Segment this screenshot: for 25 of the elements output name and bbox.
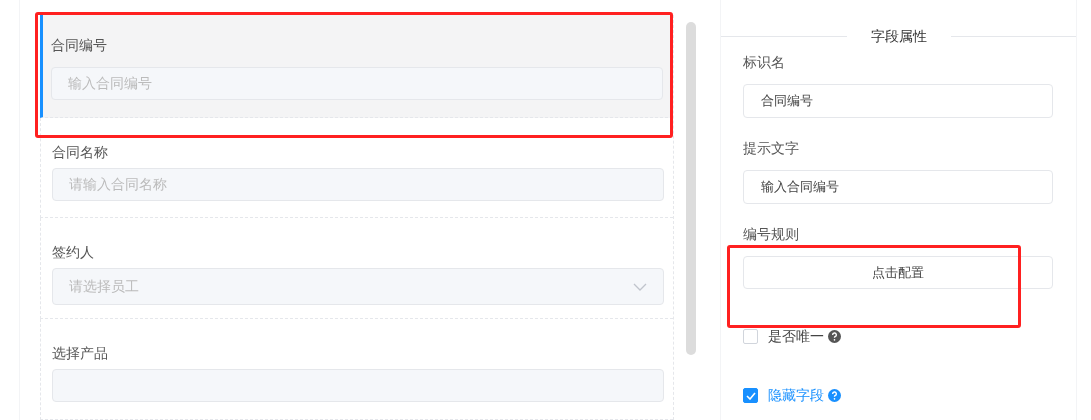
section-title: 字段属性 (869, 27, 928, 46)
property-label: 编号规则 (743, 225, 800, 244)
form-field-card[interactable]: 合同名称 请输入合同名称 (40, 117, 673, 219)
help-icon[interactable] (828, 389, 841, 402)
field-label: 选择产品 (52, 344, 109, 364)
form-field-card[interactable]: 签约人 请选择员工 (40, 218, 673, 320)
help-icon[interactable] (828, 330, 841, 343)
input-field[interactable]: 合同编号 (743, 84, 1053, 118)
input-field[interactable]: 输入合同编号 (743, 170, 1053, 204)
checkbox-label[interactable]: 是否唯一 (768, 326, 824, 347)
checkbox[interactable] (743, 388, 758, 403)
field-label: 合同名称 (52, 142, 109, 162)
form-field-card[interactable]: 合同编号 输入合同编号 (40, 15, 673, 118)
placeholder-text: 请选择员工 (69, 277, 139, 297)
field-label: 合同编号 (51, 36, 108, 55)
placeholder-text: 输入合同编号 (68, 74, 152, 93)
field-label: 签约人 (52, 243, 95, 263)
chevron-down-icon (633, 282, 647, 291)
property-label: 标识名 (743, 53, 786, 72)
input-field[interactable] (52, 369, 664, 403)
configure-button[interactable]: 点击配置 (743, 256, 1053, 289)
property-label: 提示文字 (743, 139, 800, 158)
placeholder-text: 请输入合同名称 (69, 174, 167, 194)
form-field-card[interactable]: 选择产品 (40, 319, 673, 420)
scrollbar[interactable] (686, 22, 696, 355)
